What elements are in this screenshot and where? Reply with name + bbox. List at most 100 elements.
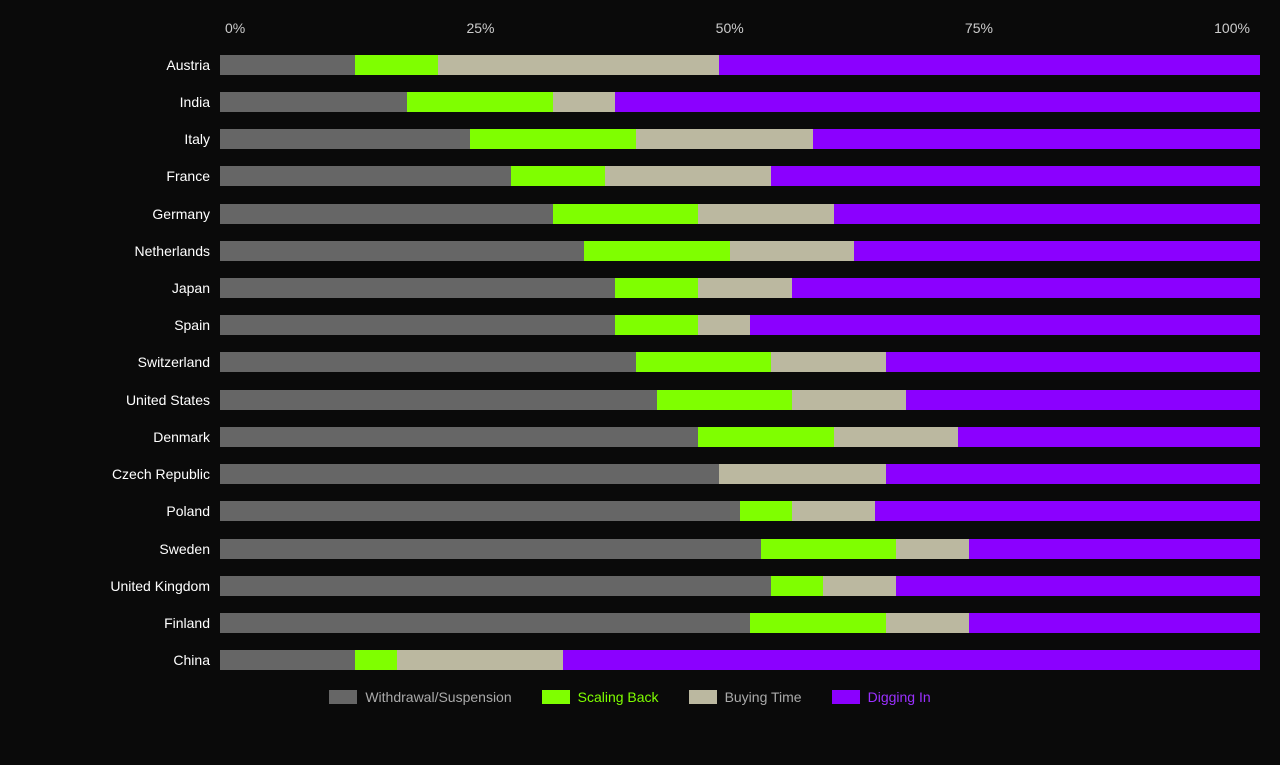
x-axis-label: 0% [225, 20, 245, 36]
withdrawal-swatch [329, 690, 357, 704]
scaling-swatch [542, 690, 570, 704]
withdrawal-segment [220, 501, 740, 521]
row-label: Finland [0, 615, 220, 631]
withdrawal-segment [220, 464, 719, 484]
scaling-segment [615, 278, 698, 298]
digging-label: Digging In [868, 689, 931, 705]
withdrawal-segment [220, 576, 771, 596]
withdrawal-segment [220, 55, 355, 75]
row-label: Japan [0, 280, 220, 296]
bar-container [220, 427, 1260, 447]
x-axis-label: 25% [466, 20, 494, 36]
x-axis: 0%25%50%75%100% [0, 20, 1260, 36]
chart-row: China [0, 645, 1260, 675]
buying-segment [438, 55, 719, 75]
row-label: Denmark [0, 429, 220, 445]
chart-row: France [0, 161, 1260, 191]
withdrawal-segment [220, 129, 470, 149]
legend-scaling: Scaling Back [542, 689, 659, 705]
bar-container [220, 576, 1260, 596]
withdrawal-label: Withdrawal/Suspension [365, 689, 511, 705]
withdrawal-segment [220, 204, 553, 224]
chart-row: United Kingdom [0, 571, 1260, 601]
buying-segment [397, 650, 563, 670]
digging-segment [854, 241, 1260, 261]
row-label: Germany [0, 206, 220, 222]
digging-segment [615, 92, 1260, 112]
bar-container [220, 55, 1260, 75]
digging-segment [969, 613, 1260, 633]
chart-row: Spain [0, 310, 1260, 340]
digging-segment [834, 204, 1260, 224]
digging-segment [906, 390, 1260, 410]
withdrawal-segment [220, 539, 761, 559]
scaling-segment [750, 613, 885, 633]
scaling-segment [698, 427, 833, 447]
bar-container [220, 92, 1260, 112]
row-label: Sweden [0, 541, 220, 557]
withdrawal-segment [220, 241, 584, 261]
withdrawal-segment [220, 352, 636, 372]
buying-segment [834, 427, 959, 447]
chart-row: India [0, 87, 1260, 117]
digging-swatch [832, 690, 860, 704]
buying-segment [698, 204, 833, 224]
withdrawal-segment [220, 427, 698, 447]
bar-container [220, 241, 1260, 261]
withdrawal-segment [220, 390, 657, 410]
row-label: Austria [0, 57, 220, 73]
scaling-label: Scaling Back [578, 689, 659, 705]
digging-segment [719, 55, 1260, 75]
legend-buying: Buying Time [689, 689, 802, 705]
row-label: China [0, 652, 220, 668]
digging-segment [886, 352, 1260, 372]
bar-container [220, 315, 1260, 335]
row-label: United Kingdom [0, 578, 220, 594]
bar-container [220, 650, 1260, 670]
row-label: Spain [0, 317, 220, 333]
legend: Withdrawal/Suspension Scaling Back Buyin… [0, 679, 1260, 705]
bar-container [220, 390, 1260, 410]
chart-row: Denmark [0, 422, 1260, 452]
chart-row: Italy [0, 124, 1260, 154]
chart-row: Netherlands [0, 236, 1260, 266]
row-label: Netherlands [0, 243, 220, 259]
buying-segment [886, 613, 969, 633]
bar-container [220, 539, 1260, 559]
bar-container [220, 278, 1260, 298]
bar-container [220, 352, 1260, 372]
digging-segment [771, 166, 1260, 186]
withdrawal-segment [220, 92, 407, 112]
bar-container [220, 464, 1260, 484]
buying-segment [771, 352, 885, 372]
chart-row: Sweden [0, 534, 1260, 564]
buying-label: Buying Time [725, 689, 802, 705]
scaling-segment [761, 539, 896, 559]
row-label: France [0, 168, 220, 184]
digging-segment [750, 315, 1260, 335]
withdrawal-segment [220, 613, 750, 633]
bar-container [220, 613, 1260, 633]
row-label: Italy [0, 131, 220, 147]
buying-segment [730, 241, 855, 261]
chart-row: Germany [0, 199, 1260, 229]
x-axis-label: 100% [1214, 20, 1250, 36]
buying-segment [792, 390, 906, 410]
bar-container [220, 166, 1260, 186]
buying-segment [636, 129, 813, 149]
scaling-segment [355, 55, 438, 75]
scaling-segment [584, 241, 730, 261]
buying-segment [823, 576, 896, 596]
scaling-segment [636, 352, 771, 372]
bar-container [220, 129, 1260, 149]
chart-row: Poland [0, 496, 1260, 526]
buying-swatch [689, 690, 717, 704]
withdrawal-segment [220, 278, 615, 298]
withdrawal-segment [220, 650, 355, 670]
digging-segment [875, 501, 1260, 521]
row-label: Poland [0, 503, 220, 519]
digging-segment [813, 129, 1260, 149]
chart-row: Austria [0, 50, 1260, 80]
digging-segment [958, 427, 1260, 447]
chart-row: United States [0, 385, 1260, 415]
